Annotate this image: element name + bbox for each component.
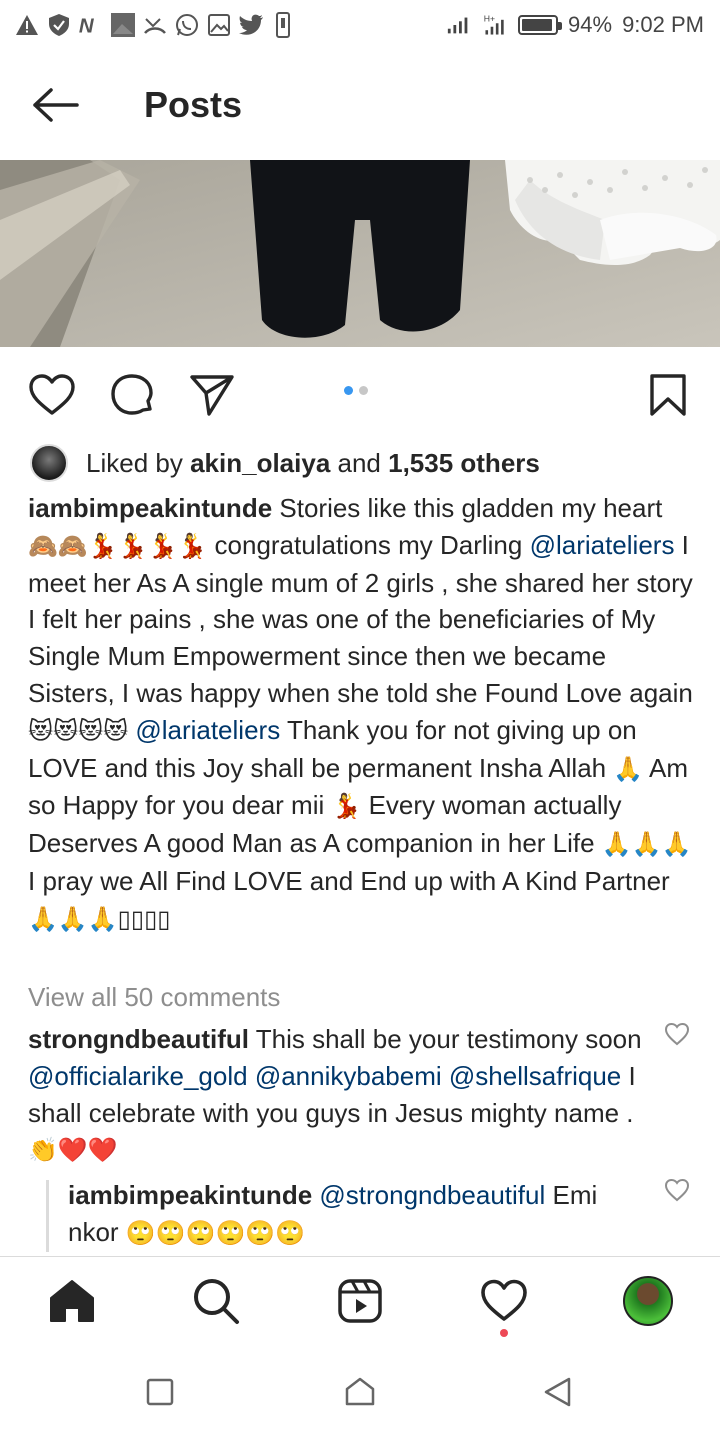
shield-icon bbox=[46, 12, 72, 38]
warning-icon bbox=[14, 12, 40, 38]
heart-outline-icon bbox=[664, 1022, 690, 1046]
comment-username[interactable]: strongndbeautiful bbox=[28, 1024, 249, 1054]
liker-username[interactable]: akin_olaiya bbox=[190, 448, 330, 478]
comment-mention[interactable]: @shellsafrique bbox=[449, 1061, 621, 1091]
likes-summary[interactable]: Liked by akin_olaiya and 1,535 others bbox=[30, 440, 540, 486]
likes-middle: and bbox=[330, 447, 389, 478]
battery-percent: 94% bbox=[568, 12, 613, 37]
system-navigation-bar bbox=[0, 1344, 720, 1440]
caption-username[interactable]: iambimpeakintunde bbox=[28, 493, 272, 523]
carousel-dot bbox=[344, 386, 353, 395]
nav-search-button[interactable] bbox=[190, 1275, 242, 1327]
battery-level-fill bbox=[522, 19, 553, 31]
view-all-comments-link[interactable]: View all 50 comments bbox=[28, 982, 280, 1013]
back-triangle-icon bbox=[544, 1377, 571, 1407]
post-image[interactable] bbox=[0, 160, 720, 347]
home-circle-icon bbox=[345, 1377, 375, 1406]
svg-text:N: N bbox=[79, 15, 95, 36]
caption-mention[interactable]: @lariateliers bbox=[135, 715, 280, 745]
comment-button[interactable] bbox=[108, 371, 156, 419]
home-system-button[interactable] bbox=[342, 1374, 378, 1410]
liker-avatar bbox=[30, 444, 68, 482]
post-caption: iambimpeakintunde Stories like this glad… bbox=[28, 490, 698, 938]
battery-icon bbox=[518, 15, 563, 35]
save-button[interactable] bbox=[644, 371, 692, 419]
whatsapp-icon bbox=[174, 12, 200, 38]
bottom-navigation bbox=[0, 1256, 720, 1344]
share-button[interactable] bbox=[188, 371, 236, 419]
nav-activity-button[interactable] bbox=[478, 1275, 530, 1327]
reply-item: iambimpeakintunde @strongndbeautiful Emi… bbox=[68, 1177, 648, 1252]
status-notification-icons: N bbox=[14, 12, 296, 38]
signal-icon bbox=[446, 12, 472, 38]
comment-bubble-icon bbox=[111, 374, 153, 415]
missed-call-icon bbox=[142, 12, 168, 38]
gallery-icon bbox=[206, 12, 232, 38]
likes-others-count[interactable]: 1,535 others bbox=[388, 448, 540, 478]
caption-text: I pray we All Find LOVE and End up with … bbox=[28, 865, 670, 896]
reply-like-button[interactable] bbox=[664, 1178, 692, 1206]
comment-text: This shall be your testimony soon bbox=[248, 1024, 642, 1054]
n-app-icon: N bbox=[78, 12, 104, 38]
back-system-button[interactable] bbox=[540, 1374, 576, 1410]
svg-text:H+: H+ bbox=[484, 14, 495, 24]
activity-heart-icon bbox=[481, 1279, 527, 1321]
nav-profile-button[interactable] bbox=[622, 1275, 674, 1327]
nav-reels-button[interactable] bbox=[334, 1275, 386, 1327]
comment-text bbox=[442, 1061, 449, 1091]
bookmark-icon bbox=[650, 374, 686, 416]
comment-mention[interactable]: @officialarike_gold bbox=[28, 1061, 248, 1091]
image-box-icon bbox=[110, 12, 136, 38]
post-photo bbox=[0, 160, 720, 347]
comment-emoji: 👏❤️❤️ bbox=[28, 1136, 118, 1165]
activity-notification-dot bbox=[500, 1329, 508, 1337]
recents-button[interactable] bbox=[142, 1374, 178, 1410]
likes-text: Liked by akin_olaiya and 1,535 others bbox=[86, 448, 540, 479]
page-title: Posts bbox=[144, 84, 243, 125]
profile-avatar bbox=[623, 1276, 673, 1326]
caption-text: Stories like this gladden my heart bbox=[272, 493, 663, 523]
status-system-icons: H+ 94% 9:02 PM bbox=[446, 12, 704, 38]
status-bar: N H+ 94% 9:02 PM bbox=[0, 0, 720, 50]
search-icon bbox=[194, 1279, 239, 1324]
carousel-dot bbox=[359, 386, 368, 395]
caption-emoji: 🙏 bbox=[613, 754, 644, 783]
carousel-indicator bbox=[344, 386, 368, 395]
comment-like-button[interactable] bbox=[664, 1022, 692, 1050]
reels-icon bbox=[338, 1279, 382, 1323]
caption-mention[interactable]: @lariateliers bbox=[530, 530, 675, 560]
heart-outline-icon bbox=[664, 1178, 690, 1202]
send-paper-plane-icon bbox=[190, 375, 234, 416]
reply-username[interactable]: iambimpeakintunde bbox=[68, 1180, 312, 1210]
caption-emoji: 🙏🙏🙏 bbox=[28, 904, 118, 933]
reply-mention[interactable]: @strongndbeautiful bbox=[319, 1180, 545, 1210]
comment-item: strongndbeautiful This shall be your tes… bbox=[28, 1021, 648, 1169]
likes-prefix: Liked by bbox=[86, 447, 191, 478]
recents-square-icon bbox=[146, 1378, 174, 1406]
phone-vibrate-icon bbox=[270, 12, 296, 38]
caption-emoji: 💃 bbox=[331, 792, 362, 821]
heart-icon bbox=[29, 374, 75, 415]
signal-h-plus-icon: H+ bbox=[482, 12, 508, 38]
caption-text: congratulations my Darling bbox=[207, 529, 530, 560]
home-icon bbox=[50, 1280, 94, 1322]
reply-thread-line bbox=[46, 1180, 49, 1252]
caption-emoji: ▯▯▯▯ bbox=[117, 904, 171, 933]
clock-time: 9:02 PM bbox=[622, 12, 704, 37]
app-header: Posts bbox=[0, 50, 720, 160]
comment-mention[interactable]: @annikybabemi bbox=[255, 1061, 442, 1091]
caption-emoji: 🙏🙏🙏 bbox=[601, 830, 692, 859]
like-button[interactable] bbox=[28, 371, 76, 419]
caption-emoji: 😻😻😻😻 bbox=[28, 716, 129, 745]
nav-home-button[interactable] bbox=[46, 1275, 98, 1327]
reply-emoji: 🙄🙄🙄🙄🙄🙄 bbox=[125, 1218, 306, 1247]
back-button[interactable] bbox=[0, 50, 110, 160]
twitter-icon bbox=[238, 12, 264, 38]
caption-emoji: 🙈🙈💃💃💃💃 bbox=[28, 531, 208, 560]
comment-text bbox=[248, 1061, 255, 1091]
arrow-left-icon bbox=[33, 88, 79, 122]
